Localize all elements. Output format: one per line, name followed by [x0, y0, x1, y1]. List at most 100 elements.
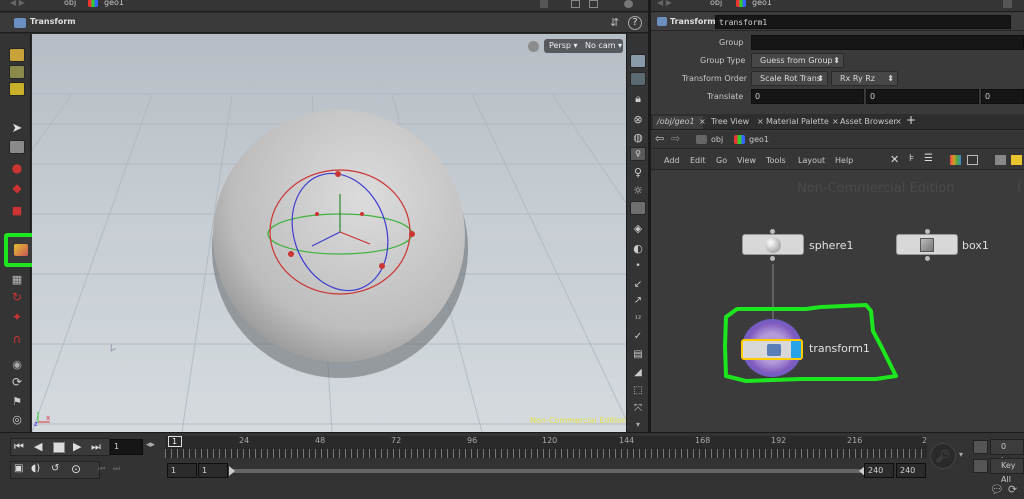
sphere-geometry[interactable]	[213, 110, 465, 362]
pose-tool-icon[interactable]: ■	[10, 203, 24, 217]
handle-tool-icon[interactable]: ◆	[10, 181, 24, 195]
point-display-icon[interactable]: •	[631, 259, 645, 273]
sync-icon[interactable]: ⟳	[1008, 483, 1017, 496]
magnet-icon[interactable]: ∩	[10, 332, 24, 346]
tree-layout-icon[interactable]: ⊧	[909, 153, 914, 164]
range-slider[interactable]	[229, 466, 865, 476]
template-icon[interactable]: ⊗	[631, 112, 645, 126]
split-icon[interactable]	[571, 0, 580, 8]
select-mode-icon[interactable]	[9, 48, 25, 62]
path-geo[interactable]: geo1	[104, 0, 124, 7]
point-snap-icon[interactable]: ✦	[10, 310, 24, 324]
network-forward-icon[interactable]: ⇨	[671, 132, 680, 145]
wire-icon[interactable]: ◈	[631, 221, 645, 235]
network-canvas[interactable]: Non-Commercial Edition ( sphere1 box1 tr…	[651, 171, 1024, 432]
settings-icon[interactable]: ⊙	[71, 462, 81, 476]
maximize-icon[interactable]	[589, 0, 598, 8]
object-mode-icon[interactable]	[9, 65, 25, 79]
key-all-button[interactable]: Key All	[990, 458, 1024, 484]
range-next-icon[interactable]: ⏭	[113, 464, 120, 474]
number-display-icon[interactable]: ¹²	[631, 311, 645, 325]
translate-y-field[interactable]: 0	[866, 89, 979, 104]
edge-display-icon[interactable]: ▤	[631, 347, 645, 361]
group-field[interactable]	[751, 35, 1024, 50]
param-pin-icon[interactable]	[1003, 0, 1012, 8]
lock-camera-icon[interactable]: 🔒︎	[631, 92, 645, 106]
start-frame-field[interactable]: 1	[167, 463, 197, 478]
jump-start-icon[interactable]: ⏮	[14, 440, 24, 454]
flag-icon[interactable]: ⚑	[10, 394, 24, 408]
menu-go[interactable]: Go	[716, 156, 727, 165]
key-menu-icon[interactable]: ▾	[959, 450, 963, 459]
viewport[interactable]: ∠ x z Persp ▾ No cam ▾ Non-Commercial Ed…	[32, 34, 626, 432]
translate-x-field[interactable]: 0	[751, 89, 864, 104]
shading-icon[interactable]	[630, 201, 646, 215]
ghost-icon[interactable]: ◍	[631, 130, 645, 144]
lock-view-icon[interactable]	[528, 41, 539, 52]
curve-snap-icon[interactable]: ↻	[10, 290, 24, 304]
normal-display-icon[interactable]: ↙	[631, 277, 645, 291]
audio-scrub-icon[interactable]: 🔑︎	[930, 443, 956, 469]
range-prev-icon[interactable]: ⏮	[98, 464, 105, 474]
tab-tree-view[interactable]: Tree View ×	[707, 116, 764, 129]
back-arrow-icon[interactable]: ◀ ▶	[10, 0, 25, 7]
color-palette-icon[interactable]	[950, 155, 961, 165]
help-icon[interactable]	[624, 0, 633, 8]
param-path-geo[interactable]: geo1	[752, 0, 772, 7]
display-options-icon[interactable]: ⇵	[610, 16, 619, 29]
timeline-ruler[interactable]: 1 24 48 72 96 120 144 168 192 216 2	[165, 436, 927, 458]
prim-display-icon[interactable]: ✓	[631, 329, 645, 343]
group-type-dropdown[interactable]: Guess from Group ⬍	[751, 53, 844, 68]
stop-icon[interactable]	[53, 442, 65, 453]
view-tool-icon[interactable]: ●	[10, 161, 24, 175]
jump-end-icon[interactable]: ⏭	[91, 440, 101, 454]
rotate-view-icon[interactable]: ⟳	[10, 375, 24, 389]
extra-display-icon[interactable]: ⤧	[631, 401, 645, 415]
box-display-icon[interactable]: ⬚	[631, 383, 645, 397]
rot-order-dropdown[interactable]: Rx Ry Rz ⬍	[831, 71, 898, 86]
tab-material-palette[interactable]: Material Palette ×	[763, 116, 839, 129]
lighting-icon[interactable]: ☼	[631, 183, 645, 197]
camera-dropdown[interactable]: No cam ▾	[582, 39, 623, 53]
realtime-icon[interactable]: ▣	[14, 463, 23, 474]
param-nav-arrows-icon[interactable]: ◀ ▶	[657, 0, 672, 7]
audio-icon[interactable]: ◖)	[31, 463, 40, 474]
camera-icon[interactable]: ◉	[10, 357, 24, 371]
range-end-field[interactable]: 240	[864, 463, 894, 478]
node-name-field[interactable]: transform1	[715, 15, 1011, 29]
playhead-marker[interactable]: 1	[168, 436, 182, 447]
play-icon[interactable]: ▶	[73, 440, 81, 453]
pointer-icon[interactable]: ➤	[10, 121, 24, 136]
key-mode-icon[interactable]	[973, 459, 988, 473]
snap-mode-icon[interactable]	[9, 82, 25, 96]
frame-step-icon[interactable]: ◂▸	[146, 440, 155, 450]
end-frame-field[interactable]: 240	[896, 463, 926, 478]
light-icon[interactable]: ♀	[630, 147, 646, 161]
network-back-icon[interactable]: ⇦	[655, 132, 664, 145]
menu-help[interactable]: Help	[835, 156, 853, 165]
home-view-icon[interactable]	[630, 54, 646, 68]
pin-icon[interactable]	[540, 0, 548, 8]
tab-obj-geo1[interactable]: /obj/geo1 ×	[653, 116, 706, 129]
path-obj[interactable]: obj	[64, 0, 76, 7]
tab-close-icon[interactable]: ×	[699, 117, 706, 126]
node-transform1[interactable]	[741, 339, 803, 360]
grid-snap-icon[interactable]: ▦	[10, 272, 24, 286]
step-back-icon[interactable]: ◀	[34, 440, 42, 453]
current-frame-field[interactable]: 1	[110, 439, 143, 455]
add-tab-icon[interactable]: +	[906, 113, 916, 127]
network-options-icon[interactable]	[995, 155, 1006, 165]
keys-icon[interactable]	[973, 440, 988, 454]
backface-icon[interactable]: ◐	[631, 241, 645, 255]
grid-view-icon[interactable]	[967, 155, 978, 165]
list-layout-icon[interactable]: ☰	[924, 153, 933, 164]
uv-display-icon[interactable]: ◢	[631, 365, 645, 379]
vector-display-icon[interactable]: ↗	[631, 293, 645, 307]
transform-order-dropdown[interactable]: Scale Rot Trans ⬍	[751, 71, 828, 86]
menu-add[interactable]: Add	[664, 156, 680, 165]
sticky-note-icon[interactable]	[1011, 155, 1022, 165]
more-display-icon[interactable]: ▾	[631, 417, 645, 431]
lock-icon[interactable]	[9, 140, 25, 154]
tools-icon[interactable]: ✕	[890, 153, 899, 166]
network-path-obj[interactable]: obj	[711, 135, 723, 144]
